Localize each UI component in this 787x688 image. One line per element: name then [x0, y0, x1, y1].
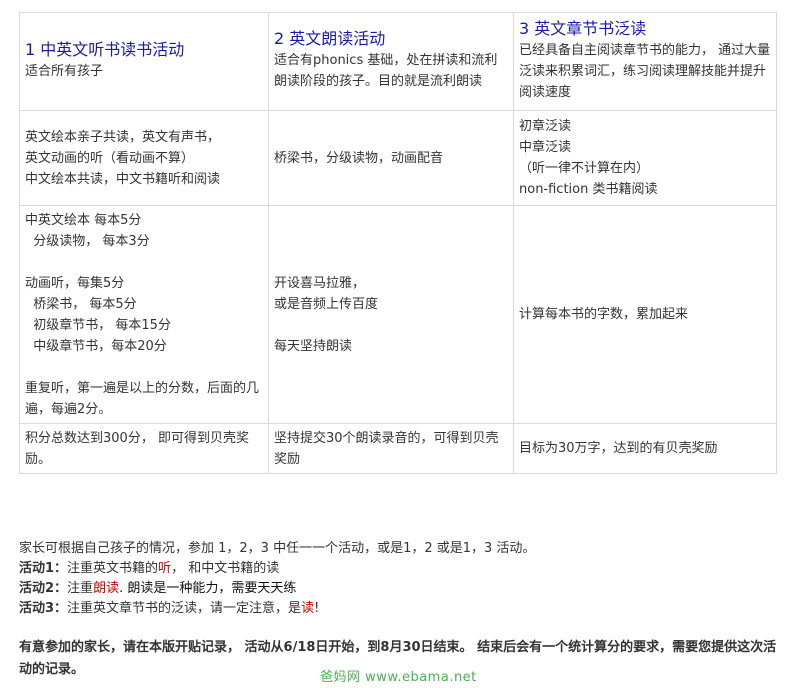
- scoring-1-line-3: [25, 252, 263, 273]
- column-header-2: 2 英文朗读活动 适合有phonics 基础，处在拼读和流利朗读阶段的孩子。目的…: [268, 12, 514, 111]
- table-row-scoring: 中英文绘本 每本5分 分级读物， 每本3分 动画听，每集5分 桥梁书， 每本5分…: [19, 205, 777, 424]
- materials-1-line-1: 英文绘本亲子共读，英文有声书，: [25, 129, 221, 145]
- watermark: 爸妈网 www.ebama.net: [320, 670, 477, 685]
- scoring-1-line-1: 中英文绘本 每本5分: [25, 212, 142, 228]
- activity-2-desc: 适合有phonics 基础，处在拼读和流利朗读阶段的孩子。目的就是流利朗读: [274, 53, 498, 89]
- activity-3-title: 3 英文章节书泛读: [519, 19, 647, 38]
- materials-1-line-2: 英文动画的听（看动画不算）: [25, 150, 195, 166]
- activity-3-note: 活动3：注重英文章节书的泛读，请一定注意，是读!: [19, 599, 779, 619]
- scoring-1-line-8: [25, 357, 263, 378]
- activity-2-note-highlight: 朗读: [93, 581, 120, 596]
- activity-1-desc: 适合所有孩子: [25, 64, 104, 79]
- activity-3-note-highlight: 读: [301, 601, 315, 616]
- activity-2-note: 活动2：注重朗读. 朗读是一种能力，需要天天练: [19, 579, 779, 599]
- scoring-3-line-1: 计算每本书的字数，累加起来: [519, 307, 689, 322]
- activity-1-note-highlight: 听: [158, 561, 172, 576]
- rewards-cell-2: 坚持提交30个朗读录音的，可得到贝壳奖励: [268, 423, 514, 474]
- column-header-3: 3 英文章节书泛读 已经具备自主阅读章节书的能力， 通过大量泛读来积累词汇，练习…: [513, 12, 777, 111]
- scoring-cell-1: 中英文绘本 每本5分 分级读物， 每本3分 动画听，每集5分 桥梁书， 每本5分…: [19, 205, 269, 424]
- scoring-1-line-4: 动画听，每集5分: [25, 275, 125, 291]
- scoring-2-line-2: 或是音频上传百度: [274, 296, 379, 312]
- table-row-header: 1 中英文听书读书活动 适合所有孩子 2 英文朗读活动 适合有phonics 基…: [19, 12, 777, 111]
- activity-3-note-label: 活动3：: [19, 601, 68, 616]
- activity-2-note-label: 活动2：: [19, 581, 68, 596]
- activity-1-note-label: 活动1：: [19, 561, 68, 576]
- rewards-cell-1: 积分总数达到300分， 即可得到贝壳奖励。: [19, 423, 269, 474]
- notes-intro: 家长可根据自己孩子的情况，参加 1，2，3 中任一一个活动，或是1，2 或是1，…: [19, 541, 536, 556]
- activity-2-note-text-2: . 朗读是一种能力，需要天天练: [119, 581, 297, 596]
- notes-section: 家长可根据自己孩子的情况，参加 1，2，3 中任一一个活动，或是1，2 或是1，…: [19, 539, 779, 681]
- materials-3-line-4: non-fiction 类书籍阅读: [519, 182, 658, 197]
- scoring-cell-3: 计算每本书的字数，累加起来: [513, 205, 777, 424]
- activity-table: 1 中英文听书读书活动 适合所有孩子 2 英文朗读活动 适合有phonics 基…: [19, 12, 777, 474]
- page: 1 中英文听书读书活动 适合所有孩子 2 英文朗读活动 适合有phonics 基…: [0, 0, 787, 688]
- scoring-1-line-6: 初级章节书， 每本15分: [25, 317, 171, 333]
- materials-cell-2: 桥梁书，分级读物，动画配音: [268, 110, 514, 206]
- materials-2-line-1: 桥梁书，分级读物，动画配音: [274, 150, 444, 166]
- activity-1-note-text-1: 注重英文书籍的: [67, 561, 159, 576]
- activity-1-note: 活动1：注重英文书籍的听， 和中文书籍的读: [19, 559, 779, 579]
- materials-3-line-1: 初章泛读: [519, 119, 572, 134]
- rewards-cell-3: 目标为30万字，达到的有贝壳奖励: [513, 423, 777, 474]
- activity-3-desc: 已经具备自主阅读章节书的能力， 通过大量泛读来积累词汇，练习阅读理解技能并提升阅…: [519, 43, 771, 100]
- materials-cell-3: 初章泛读 中章泛读 （听一律不计算在内） non-fiction 类书籍阅读: [513, 110, 777, 206]
- scoring-2-line-1: 开设喜马拉雅，: [274, 275, 366, 291]
- materials-cell-1: 英文绘本亲子共读，英文有声书， 英文动画的听（看动画不算） 中文绘本共读，中文书…: [19, 110, 269, 206]
- scoring-1-line-2: 分级读物， 每本3分: [25, 233, 150, 249]
- activity-3-note-text-2: !: [314, 601, 320, 616]
- scoring-2-line-3: [274, 315, 508, 336]
- materials-1-line-3: 中文绘本共读，中文书籍听和阅读: [25, 171, 221, 187]
- rewards-2-text: 坚持提交30个朗读录音的，可得到贝壳奖励: [274, 430, 499, 467]
- activity-2-note-text-1: 注重: [67, 581, 94, 596]
- activity-2-title: 2 英文朗读活动: [274, 29, 386, 48]
- materials-3-line-2: 中章泛读: [519, 140, 572, 155]
- column-header-1: 1 中英文听书读书活动 适合所有孩子: [19, 12, 269, 111]
- activity-1-title: 1 中英文听书读书活动: [25, 40, 185, 59]
- activity-3-note-text-1: 注重英文章节书的泛读，请一定注意，是: [67, 601, 302, 616]
- materials-3-line-3: （听一律不计算在内）: [519, 161, 650, 176]
- scoring-cell-2: 开设喜马拉雅， 或是音频上传百度 每天坚持朗读: [268, 205, 514, 424]
- table-row-materials: 英文绘本亲子共读，英文有声书， 英文动画的听（看动画不算） 中文绘本共读，中文书…: [19, 110, 777, 206]
- rewards-1-text: 积分总数达到300分， 即可得到贝壳奖励。: [25, 430, 249, 467]
- activity-1-note-text-2: ， 和中文书籍的读: [171, 561, 280, 576]
- table-row-rewards: 积分总数达到300分， 即可得到贝壳奖励。 坚持提交30个朗读录音的，可得到贝壳…: [19, 423, 777, 474]
- scoring-1-line-5: 桥梁书， 每本5分: [25, 296, 137, 312]
- scoring-1-line-9: 重复听，第一遍是以上的分数，后面的几遍，每遍2分。: [25, 380, 260, 417]
- rewards-3-text: 目标为30万字，达到的有贝壳奖励: [519, 441, 718, 456]
- scoring-1-line-7: 中级章节书，每本20分: [25, 338, 167, 354]
- scoring-2-line-4: 每天坚持朗读: [274, 338, 353, 354]
